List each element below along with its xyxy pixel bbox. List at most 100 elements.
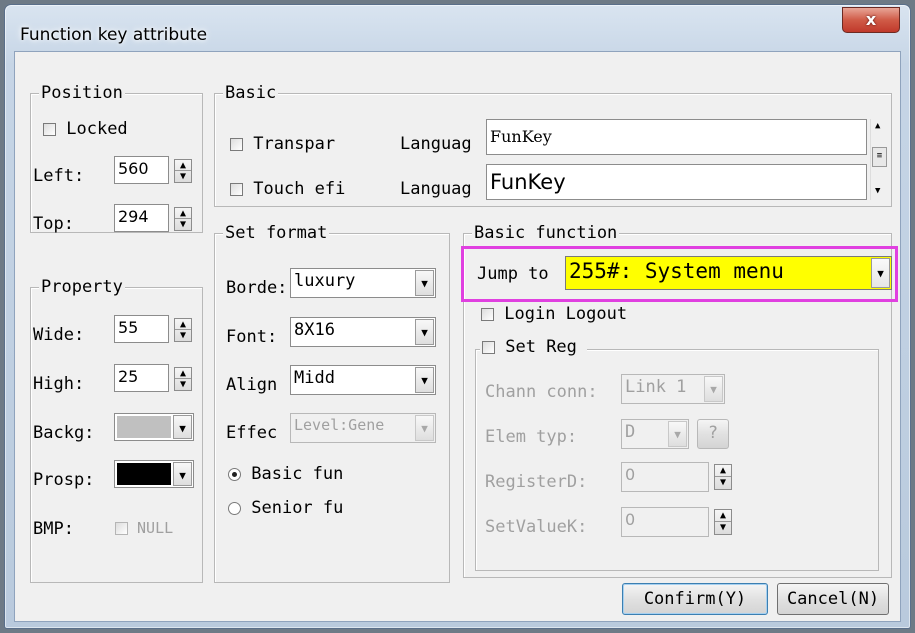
close-button[interactable]: x xyxy=(842,7,900,33)
touch-effect-checkbox[interactable]: Touch efi xyxy=(230,179,345,199)
property-group-label: Property xyxy=(39,277,125,297)
wide-label: Wide: xyxy=(33,325,85,345)
foreground-color-combo[interactable]: ▼ xyxy=(114,460,194,488)
chevron-down-icon[interactable]: ▼ xyxy=(871,258,890,288)
spin-down-icon[interactable]: ▼ xyxy=(175,330,191,341)
bmp-label: BMP: xyxy=(33,519,74,539)
chevron-down-icon[interactable]: ▼ xyxy=(668,421,687,447)
high-input[interactable]: 25 xyxy=(114,364,169,392)
dialog-window: Function key attribute x Position Locked… xyxy=(4,4,911,629)
language-scrollbar[interactable]: ▲ ≡ ▼ xyxy=(870,119,888,200)
senior-function-radio-label: Senior fu xyxy=(251,498,344,518)
font-combo[interactable]: 8X16 ▼ xyxy=(290,317,436,347)
border-combo[interactable]: luxury ▼ xyxy=(290,268,436,298)
checkbox-icon xyxy=(230,137,243,151)
spin-up-icon[interactable]: ▲ xyxy=(175,160,191,171)
checkbox-icon xyxy=(115,522,128,535)
chevron-down-icon[interactable]: ▼ xyxy=(415,367,434,393)
spin-up-icon[interactable]: ▲ xyxy=(715,510,731,522)
elem-help-button[interactable]: ? xyxy=(697,419,729,449)
locked-label: Locked xyxy=(66,119,128,139)
radio-icon xyxy=(228,501,241,515)
border-label: Borde: xyxy=(226,278,288,298)
dialog-client: Position Locked Left: 560 ▲ ▼ Top: 294 ▲ ▼… xyxy=(14,51,901,622)
register-label: RegisterD: xyxy=(485,472,588,492)
confirm-button[interactable]: Confirm(Y) xyxy=(622,583,768,615)
effect-label: Effec xyxy=(226,423,278,443)
language1-label: Languag xyxy=(400,134,472,154)
login-logout-checkbox[interactable]: Login Logout xyxy=(481,304,627,324)
checkbox-icon xyxy=(230,182,243,196)
bmp-checkbox[interactable]: NULL xyxy=(115,519,173,537)
background-color-combo[interactable]: ▼ xyxy=(114,413,194,441)
language2-input[interactable]: FunKey xyxy=(486,164,867,200)
wide-spinner[interactable]: ▲ ▼ xyxy=(174,318,192,342)
scroll-down-icon[interactable]: ▼ xyxy=(875,186,880,196)
position-group-label: Position xyxy=(39,83,125,103)
locked-checkbox[interactable]: Locked xyxy=(43,119,128,139)
elem-type-combo[interactable]: D ▼ xyxy=(621,419,689,449)
chevron-down-icon[interactable]: ▼ xyxy=(415,270,434,296)
left-input[interactable]: 560 xyxy=(114,156,169,184)
jump-to-label: Jump to xyxy=(477,264,549,284)
window-title: Function key attribute xyxy=(20,25,208,45)
spin-down-icon[interactable]: ▼ xyxy=(715,477,731,489)
spin-up-icon[interactable]: ▲ xyxy=(175,319,191,330)
top-spinner[interactable]: ▲ ▼ xyxy=(174,207,192,231)
effect-combo[interactable]: Level:Gene ▼ xyxy=(290,413,436,443)
titlebar[interactable]: Function key attribute x xyxy=(5,5,910,51)
scroll-thumb[interactable]: ≡ xyxy=(872,147,887,167)
basic-function-radio-label: Basic fun xyxy=(251,464,344,484)
register-spinner[interactable]: ▲ ▼ xyxy=(714,464,732,490)
checkbox-icon xyxy=(43,122,56,136)
high-spinner[interactable]: ▲ ▼ xyxy=(174,367,192,391)
language2-label: Languag xyxy=(400,179,472,199)
chann-conn-combo[interactable]: Link 1 ▼ xyxy=(621,374,725,404)
transparent-label: Transpar xyxy=(253,134,336,154)
high-label: High: xyxy=(33,374,85,394)
setvalue-spinner[interactable]: ▲ ▼ xyxy=(714,509,732,535)
spin-up-icon[interactable]: ▲ xyxy=(175,208,191,219)
setvalue-input[interactable]: 0 xyxy=(621,507,709,537)
chevron-down-icon[interactable]: ▼ xyxy=(704,376,723,402)
register-input[interactable]: 0 xyxy=(621,462,709,492)
cancel-button[interactable]: Cancel(N) xyxy=(777,583,889,615)
align-combo[interactable]: Midd ▼ xyxy=(290,365,436,395)
basic-function-radio[interactable]: Basic fun xyxy=(228,464,343,484)
spin-down-icon[interactable]: ▼ xyxy=(175,171,191,182)
transparent-checkbox[interactable]: Transpar xyxy=(230,134,335,154)
setvalue-label: SetValueK: xyxy=(485,517,588,537)
prosp-label: Prosp: xyxy=(33,470,95,490)
close-icon: x xyxy=(865,10,877,29)
foreground-color-swatch xyxy=(117,463,171,485)
chevron-down-icon[interactable]: ▼ xyxy=(415,319,434,345)
basic-group-label: Basic xyxy=(223,83,279,103)
checkbox-icon xyxy=(482,340,495,354)
basic-function-group-label: Basic function xyxy=(472,223,620,243)
checkbox-icon xyxy=(481,307,494,321)
touch-effect-label: Touch efi xyxy=(253,179,346,199)
set-reg-checkbox[interactable]: Set Reg xyxy=(480,337,587,357)
chevron-down-icon[interactable]: ▼ xyxy=(173,415,192,439)
wide-input[interactable]: 55 xyxy=(114,315,169,343)
top-label: Top: xyxy=(33,214,74,234)
chevron-down-icon[interactable]: ▼ xyxy=(173,462,192,486)
scroll-up-icon[interactable]: ▲ xyxy=(875,121,880,131)
chann-conn-label: Chann conn: xyxy=(485,382,598,402)
spin-down-icon[interactable]: ▼ xyxy=(175,379,191,390)
radio-selected-icon xyxy=(228,467,241,481)
language1-input[interactable]: FunKey xyxy=(486,119,867,155)
spin-up-icon[interactable]: ▲ xyxy=(175,368,191,379)
login-logout-label: Login Logout xyxy=(504,304,628,324)
spin-down-icon[interactable]: ▼ xyxy=(175,219,191,230)
spin-down-icon[interactable]: ▼ xyxy=(715,522,731,534)
top-input[interactable]: 294 xyxy=(114,204,169,232)
chevron-down-icon[interactable]: ▼ xyxy=(415,415,434,441)
help-icon: ? xyxy=(707,423,719,443)
backg-label: Backg: xyxy=(33,423,95,443)
spin-up-icon[interactable]: ▲ xyxy=(715,465,731,477)
left-spinner[interactable]: ▲ ▼ xyxy=(174,159,192,183)
left-label: Left: xyxy=(33,166,85,186)
senior-function-radio[interactable]: Senior fu xyxy=(228,498,343,518)
jump-to-combo[interactable]: 255#: System menu ▼ xyxy=(565,256,892,290)
